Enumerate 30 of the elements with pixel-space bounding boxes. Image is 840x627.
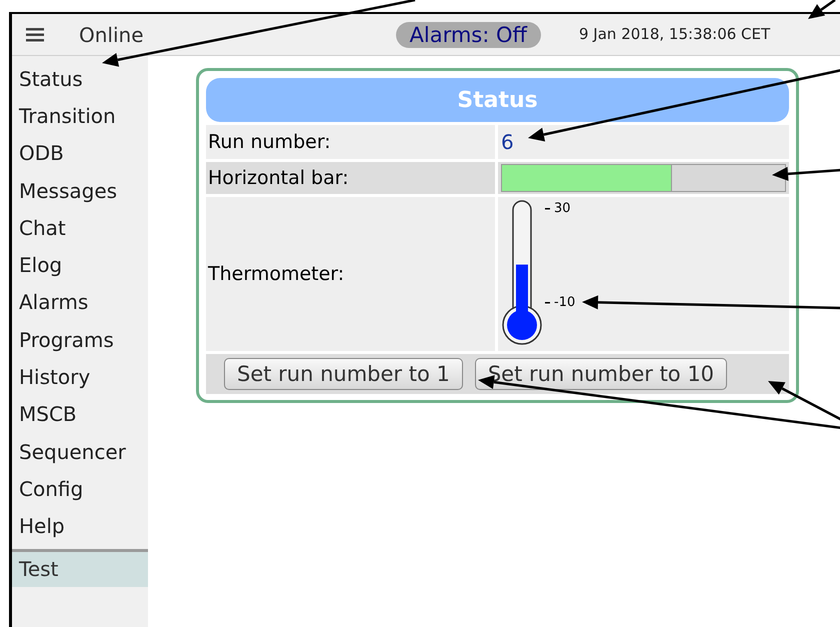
tick-mark xyxy=(545,208,550,210)
sidebar-item[interactable]: Transition xyxy=(12,97,148,135)
connection-status: Online xyxy=(79,22,144,48)
sidebar-item[interactable]: Messages xyxy=(12,172,148,210)
sidebar-item[interactable]: Help xyxy=(12,508,148,545)
sidebar-item[interactable]: Alarms xyxy=(12,284,148,322)
row-label: Horizontal bar: xyxy=(208,166,349,191)
sidebar-item[interactable]: Elog xyxy=(12,246,148,284)
sidebar-item[interactable]: History xyxy=(12,358,148,396)
scale-tick-label: 30 xyxy=(554,200,571,218)
sidebar-item[interactable]: Config xyxy=(12,470,148,508)
row-label: Thermometer: xyxy=(208,262,344,287)
sidebar-item[interactable]: MSCB xyxy=(12,396,148,433)
annotation-arrow xyxy=(772,166,840,181)
menu-icon[interactable] xyxy=(26,28,44,42)
panel-title: Status xyxy=(206,78,789,122)
sidebar-item[interactable]: Chat xyxy=(12,209,148,246)
sidebar-item[interactable]: Programs xyxy=(12,321,148,358)
date-time: 9 Jan 2018, 15:38:06 CET xyxy=(579,24,770,46)
row-label: Run number: xyxy=(208,130,331,155)
sidebar-item[interactable]: Status xyxy=(12,60,148,98)
sidebar-item[interactable]: ODB xyxy=(12,134,148,172)
alarms-status[interactable]: Alarms: Off xyxy=(396,22,541,48)
action-button[interactable]: Set run number to 10 xyxy=(474,358,728,390)
sidebar-item[interactable]: Sequencer xyxy=(12,432,148,470)
tick-mark xyxy=(545,302,550,304)
run-number-value: 6 xyxy=(501,129,514,156)
sidebar-item[interactable]: Test xyxy=(12,548,148,587)
scale-tick-label: -10 xyxy=(554,294,576,312)
action-button[interactable]: Set run number to 1 xyxy=(224,358,463,390)
